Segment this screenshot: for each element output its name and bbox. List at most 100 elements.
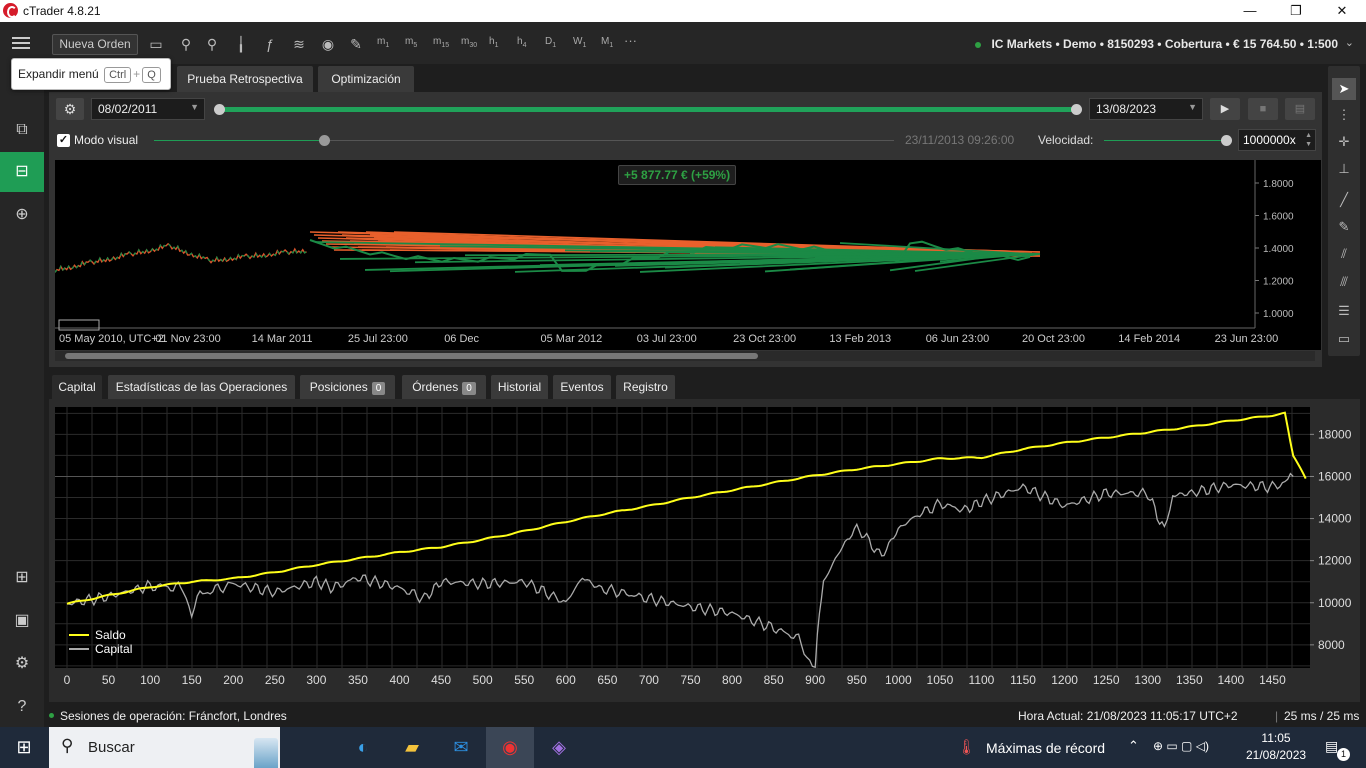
rectangle-icon[interactable]: ▭	[1332, 328, 1356, 350]
pnl-badge: +5 877.77 € (+59%)	[618, 165, 737, 185]
trend-line-icon[interactable]: ╱	[1332, 189, 1356, 211]
visual-mode-checkbox[interactable]: ✓	[57, 134, 70, 147]
visual-progress-slider[interactable]	[154, 135, 894, 146]
automate-bot-icon[interactable]: ⊟	[0, 152, 44, 192]
timeframe-m30-button[interactable]: m30	[461, 36, 477, 49]
stop-button[interactable]: ■	[1248, 98, 1278, 120]
equity-panel: 8000 10000 12000 14000 16000 18000 0 50 100 150 20…	[49, 399, 1360, 702]
tab-equity[interactable]: Capital	[52, 375, 102, 399]
equity-x-tick-label: 100	[140, 673, 160, 687]
weather-text[interactable]: Máximas de récord	[986, 740, 1105, 756]
channel-icon[interactable]: ⫽	[1332, 243, 1356, 265]
layers-icon[interactable]: ≋	[289, 34, 309, 54]
pen-icon[interactable]: ✎	[1332, 216, 1356, 238]
start-date-value: 08/02/2011	[98, 102, 158, 116]
drawing-tools-icon[interactable]: ✎	[346, 34, 366, 54]
equity-x-tick-label: 450	[431, 673, 451, 687]
hamburger-menu-icon[interactable]	[12, 37, 30, 49]
fibonacci-icon[interactable]: ☰	[1332, 300, 1356, 322]
horizontal-scrollbar[interactable]	[55, 351, 1315, 361]
pitchfork-icon[interactable]: ⫻	[1332, 271, 1356, 293]
timeframe-m15-button[interactable]: m15	[433, 36, 449, 49]
play-button[interactable]: ▶	[1210, 98, 1240, 120]
equity-y-tick-label: 12000	[1318, 554, 1352, 568]
timeframe-D1-button[interactable]: D1	[545, 36, 556, 49]
timeframe-h4-button[interactable]: h4	[517, 36, 526, 49]
edge-browser-icon[interactable]: ◐	[339, 727, 387, 768]
account-info[interactable]: IC Markets • Demo • 8150293 • Cobertura …	[975, 37, 1338, 51]
price-chart[interactable]: 1.8000 1.6000 1.4000 1.2000 1.0000 05 May 201…	[54, 160, 1321, 350]
settings-gear-icon[interactable]: ⚙	[0, 644, 44, 684]
tab-orders[interactable]: Órdenes 0	[402, 375, 486, 399]
spinner-icon[interactable]: ▲ ▼	[1305, 131, 1312, 149]
speed-input[interactable]: 1000000x ▲ ▼	[1238, 129, 1316, 151]
save-icon[interactable]: ▤	[1285, 98, 1315, 120]
tab-optimization[interactable]: Optimización	[318, 66, 414, 92]
range-start-handle[interactable]	[214, 104, 225, 115]
copy-icon[interactable]: ⧉	[0, 110, 44, 150]
cursor-icon[interactable]: ➤	[1332, 78, 1356, 100]
speed-slider[interactable]	[1104, 135, 1232, 146]
progress-handle[interactable]	[319, 135, 330, 146]
tab-events[interactable]: Eventos	[553, 375, 611, 399]
tray-icons[interactable]: ⊕ ▭ ▢ ◁)	[1153, 739, 1209, 753]
eye-icon[interactable]: ◉	[318, 34, 338, 54]
price-y-tick-label: 1.6000	[1263, 212, 1294, 223]
trade-icon[interactable]: ⊞	[0, 558, 44, 598]
crosshair-icon[interactable]: ✛	[1332, 131, 1356, 153]
range-end-handle[interactable]	[1071, 104, 1082, 115]
windows-start-icon[interactable]: ⊞	[0, 727, 48, 768]
equity-x-tick-label: 1250	[1093, 673, 1120, 687]
layout-icon[interactable]: ▭	[146, 34, 166, 54]
timeframe-h1-button[interactable]: h1	[489, 36, 498, 49]
taskbar-search[interactable]: ⚲ Buscar	[49, 727, 280, 768]
zoom-out-icon[interactable]: ⚲	[176, 34, 196, 54]
equity-x-tick-label: 500	[473, 673, 493, 687]
maximize-button[interactable]: ❐	[1273, 0, 1319, 22]
vertical-line-icon[interactable]: ⋮	[1332, 104, 1356, 126]
chevron-down-icon[interactable]: ⌄	[1345, 36, 1354, 49]
price-chart-canvas[interactable]: 1.8000 1.6000 1.4000 1.2000 1.0000 05 May 201…	[54, 160, 1321, 350]
file-explorer-icon[interactable]: ▰	[388, 727, 436, 768]
tab-positions[interactable]: Posiciones 0	[300, 375, 395, 399]
start-date-picker[interactable]: 08/02/2011 ▼	[91, 98, 205, 120]
tab-log[interactable]: Registro	[616, 375, 675, 399]
tray-chevron-up-icon[interactable]: ⌃	[1128, 738, 1139, 754]
wallet-icon[interactable]: ▣	[0, 601, 44, 641]
tab-trade-statistics[interactable]: Estadísticas de las Operaciones	[108, 375, 295, 399]
zoom-in-icon[interactable]: ⚲	[202, 34, 222, 54]
taskbar-time[interactable]: 11:05	[1251, 731, 1301, 745]
mail-icon[interactable]: ✉	[437, 727, 485, 768]
speed-handle[interactable]	[1221, 135, 1232, 146]
legend-label: Saldo	[95, 628, 126, 642]
help-icon[interactable]: ?	[0, 687, 44, 727]
ctrader-logo-icon	[3, 3, 18, 18]
analyze-icon[interactable]: ⊕	[0, 195, 44, 235]
price-y-tick-label: 1.0000	[1263, 309, 1294, 320]
thermometer-icon[interactable]: 🌡	[957, 738, 976, 756]
close-button[interactable]: ✕	[1319, 0, 1365, 22]
candlestick-icon[interactable]: ╽	[231, 34, 251, 54]
equity-chart[interactable]: 8000 10000 12000 14000 16000 18000 0 50 100 150 20…	[55, 407, 1359, 697]
timeframe-m5-button[interactable]: m5	[405, 36, 417, 49]
timeframe-W1-button[interactable]: W1	[573, 36, 586, 49]
indicator-icon[interactable]: ƒ	[260, 34, 280, 54]
new-order-button[interactable]: Nueva Orden	[52, 34, 138, 55]
end-date-picker[interactable]: 13/08/2023 ▼	[1089, 98, 1203, 120]
taskbar-date[interactable]: 21/08/2023	[1246, 748, 1306, 762]
tab-backtesting[interactable]: Prueba Retrospectiva	[177, 66, 313, 92]
price-line-early	[54, 242, 307, 273]
timeframe-M1-button[interactable]: M1	[601, 36, 613, 49]
date-range-slider[interactable]	[214, 104, 1082, 115]
minimize-button[interactable]: —	[1227, 0, 1273, 22]
timeframe-m1-button[interactable]: m1	[377, 36, 389, 49]
horizontal-line-icon[interactable]: ⊥	[1332, 158, 1356, 180]
tab-history[interactable]: Historial	[491, 375, 548, 399]
more-icon[interactable]: ···	[624, 33, 637, 48]
visual-studio-icon[interactable]: ◈	[535, 727, 583, 768]
ctrader-taskbar-icon[interactable]: ◉	[486, 727, 534, 768]
equity-x-tick-label: 1200	[1051, 673, 1078, 687]
separator: |	[1275, 709, 1279, 723]
backtest-settings-gear-icon[interactable]: ⚙	[56, 98, 84, 120]
scrollbar-thumb[interactable]	[65, 353, 758, 359]
